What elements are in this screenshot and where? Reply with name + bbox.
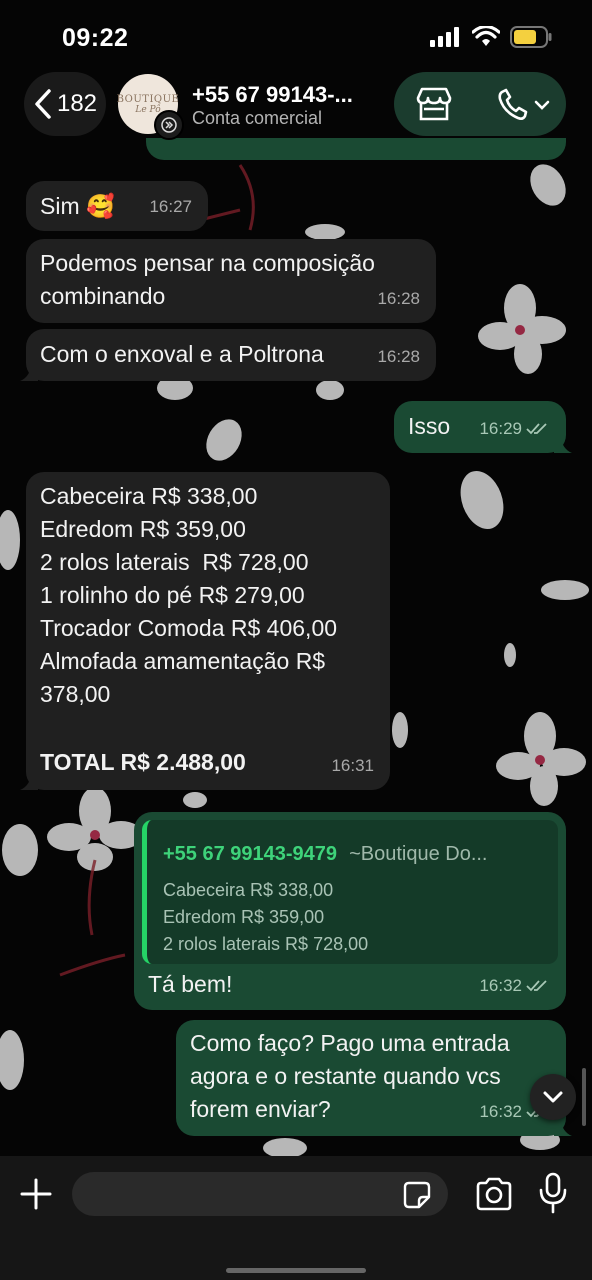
message-text: Isso — [408, 413, 451, 439]
message-text: Cabeceira R$ 338,00 Edredom R$ 359,00 2 … — [40, 483, 338, 707]
cellular-signal-icon — [430, 27, 459, 47]
bubble-tail — [20, 772, 38, 790]
avatar-logo-subtext: Le Pô — [135, 104, 161, 115]
message-total: TOTAL R$ 2.488,00 — [40, 749, 246, 775]
message-time: 16:32 — [479, 969, 550, 1002]
double-check-icon — [526, 979, 547, 991]
voice-call-dropdown-icon[interactable] — [496, 88, 552, 122]
quote-header: +55 67 99143-9479 ~Boutique Do... — [163, 838, 488, 871]
bubble-tail — [554, 435, 572, 453]
scrollbar[interactable] — [582, 1068, 586, 1126]
header-actions — [394, 72, 566, 136]
message-text: Sim 🥰 — [40, 193, 115, 219]
home-indicator — [226, 1268, 366, 1273]
message-bubble-incoming[interactable]: Cabeceira R$ 338,00 Edredom R$ 359,00 2 … — [20, 472, 390, 790]
status-bar: 09:22 — [0, 0, 592, 76]
message-time: 16:28 — [377, 347, 420, 366]
message-text: Como faço? Pago uma entrada agora e o re… — [190, 1030, 510, 1122]
message-text: Podemos pensar na composição combinando — [40, 250, 375, 309]
camera-icon[interactable] — [474, 1176, 514, 1212]
chat-header: 182 BOUTIQUE Le Pô +55 67 99143-... Cont… — [0, 70, 592, 154]
quote-line: 2 rolos laterais R$ 728,00 — [163, 934, 369, 954]
unread-count: 182 — [56, 90, 98, 117]
contact-name[interactable]: +55 67 99143-... — [192, 82, 353, 108]
composer-bar — [0, 1156, 592, 1280]
chevron-down-icon — [543, 1091, 563, 1103]
message-time: 16:28 — [377, 289, 420, 308]
double-check-icon — [526, 422, 547, 434]
plus-icon[interactable] — [16, 1174, 56, 1214]
back-button[interactable]: 182 — [24, 72, 106, 136]
message-bubble-incoming[interactable]: Com o enxoval e a Poltrona 16:28 — [20, 329, 436, 381]
message-time: 16:31 — [331, 756, 374, 775]
status-time: 09:22 — [62, 24, 129, 52]
message-bubble-outgoing-reply[interactable]: +55 67 99143-9479 ~Boutique Do... Cabecei… — [134, 812, 566, 1010]
quote-sender-number: +55 67 99143-9479 — [163, 843, 338, 865]
status-icons — [430, 26, 552, 48]
contact-avatar[interactable]: BOUTIQUE Le Pô — [116, 74, 184, 140]
contact-subtitle: Conta comercial — [192, 108, 323, 128]
message-input[interactable] — [72, 1172, 448, 1216]
message-bubble-outgoing[interactable]: Isso 16:29 — [394, 401, 572, 453]
message-bubble-incoming[interactable]: Podemos pensar na composição combinando … — [26, 239, 436, 323]
battery-low-power-icon — [510, 26, 552, 48]
message-time: 16:27 — [149, 197, 192, 216]
message-text: Tá bem! — [148, 971, 233, 997]
business-badge-icon — [154, 110, 184, 140]
sticker-icon[interactable] — [402, 1180, 432, 1210]
bubble-tail — [20, 363, 38, 381]
microphone-icon[interactable] — [538, 1172, 568, 1214]
bubble-tail — [554, 1118, 572, 1136]
message-text: Com o enxoval e a Poltrona — [40, 341, 324, 367]
message-list: Sim 🥰 16:27 Podemos pensar na composição… — [0, 0, 592, 1280]
quoted-message[interactable]: +55 67 99143-9479 ~Boutique Do... Cabecei… — [142, 820, 558, 964]
storefront-icon[interactable] — [414, 86, 454, 122]
chevron-left-icon — [35, 89, 51, 119]
message-time: 16:29 — [479, 412, 550, 445]
avatar-logo-text: BOUTIQUE — [116, 93, 180, 105]
scroll-to-bottom-button[interactable] — [530, 1074, 576, 1120]
message-bubble-outgoing[interactable]: Como faço? Pago uma entrada agora e o re… — [176, 1020, 572, 1136]
quote-sender-name: ~Boutique Do... — [349, 843, 488, 865]
message-bubble-incoming[interactable]: Sim 🥰 16:27 — [26, 181, 208, 231]
wifi-icon — [472, 26, 500, 46]
